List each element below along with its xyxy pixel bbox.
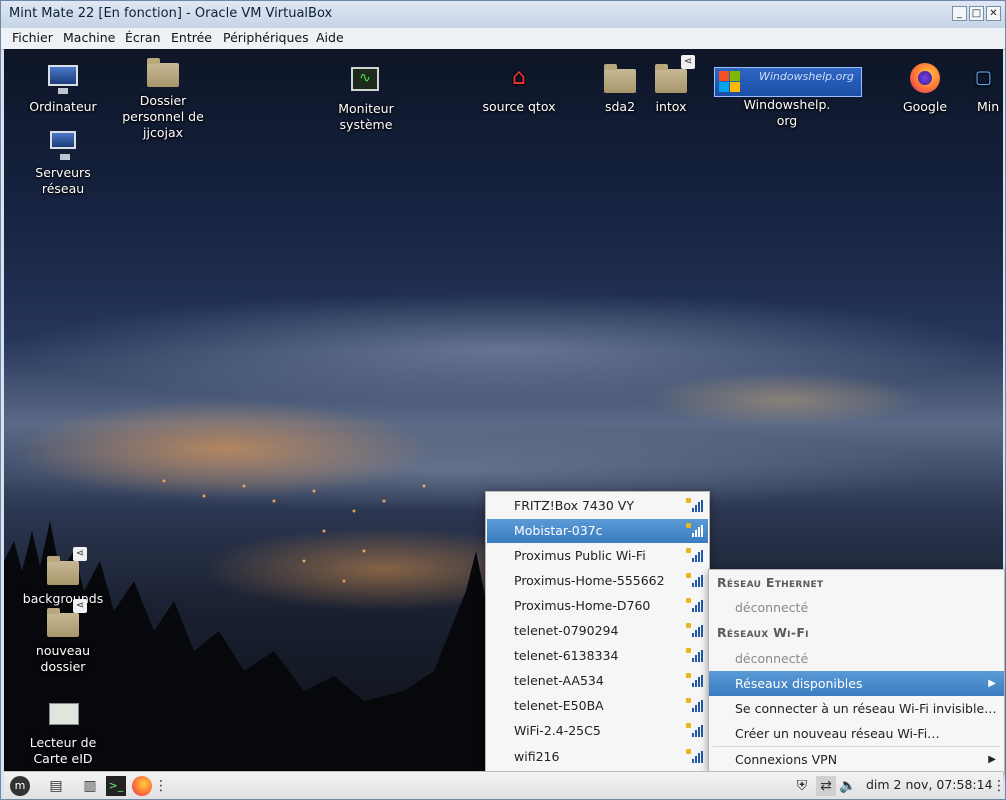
file-manager-icon[interactable]: ▥ xyxy=(80,776,100,796)
eid-reader-icon xyxy=(45,699,81,731)
system-monitor-icon: ∿ xyxy=(348,65,384,97)
wifi-signal-icon xyxy=(686,698,703,712)
more-icon[interactable]: ⋮ xyxy=(154,776,168,796)
desktop-icon-dossier-personnel[interactable]: Dossier personnel de jjcojax xyxy=(113,57,213,141)
wifi-signal-icon xyxy=(686,673,703,687)
desktop-icon-serveurs-reseau[interactable]: Serveurs réseau xyxy=(13,129,113,197)
wifi-signal-icon xyxy=(686,573,703,587)
terminal-icon[interactable]: >_ xyxy=(106,776,126,796)
desktop-icon-moniteur-systeme[interactable]: ∿ Moniteur système xyxy=(316,65,416,133)
virtualbox-window: Mint Mate 22 [En fonction] - Oracle VM V… xyxy=(0,0,1006,800)
share-icon: ⋖ xyxy=(73,547,87,561)
ethernet-header: Réseau Ethernet xyxy=(717,575,824,590)
firefox-icon[interactable] xyxy=(132,776,152,796)
wifi-signal-icon xyxy=(686,548,703,562)
wifi-network-item-selected[interactable]: Mobistar-037c xyxy=(487,519,708,543)
home-folder-icon xyxy=(145,57,181,89)
computer-icon xyxy=(45,63,81,95)
windows-logo-icon xyxy=(719,71,741,93)
title-bar[interactable]: Mint Mate 22 [En fonction] - Oracle VM V… xyxy=(1,1,1005,29)
wifi-network-item[interactable]: FRITZ!Box 7430 VY xyxy=(487,494,708,518)
files-icon[interactable]: ▤ xyxy=(46,776,66,796)
close-button[interactable]: ✕ xyxy=(986,6,1001,21)
shared-folder-icon: ⋖ xyxy=(653,55,695,95)
minimize-button[interactable]: _ xyxy=(952,6,967,21)
shared-folder-icon: ⋖ xyxy=(45,599,87,639)
window-controls: _ □ ✕ xyxy=(952,6,1001,21)
ethernet-status: déconnecté xyxy=(735,600,809,615)
wifi-network-item[interactable]: telenet-6138334 xyxy=(487,644,708,668)
wifi-networks-list: FRITZ!Box 7430 VY Mobistar-037c Proximus… xyxy=(485,491,710,773)
wifi-network-item[interactable]: wifi216 xyxy=(487,745,708,769)
window-title: Mint Mate 22 [En fonction] - Oracle VM V… xyxy=(9,6,333,21)
wifi-network-item[interactable]: Proximus Public Wi-Fi xyxy=(487,544,708,568)
desktop-icon-google[interactable]: Google xyxy=(875,63,975,115)
desktop-icon-backgrounds[interactable]: ⋖ backgrounds xyxy=(13,547,113,607)
desktop-icon-lecteur-carte-eid[interactable]: Lecteur de Carte eID xyxy=(13,699,113,767)
available-networks-item[interactable]: Réseaux disponibles ▶ xyxy=(709,671,1004,696)
taskbar: m ▤ ▥ >_ ⋮ ⛨ ⇄ 🔈 dim 2 nov, 07:58:14 ⋮ xyxy=(4,771,1006,799)
wifi-signal-icon xyxy=(686,648,703,662)
more-icon[interactable]: ⋮ xyxy=(992,776,1006,796)
wifi-signal-icon xyxy=(686,498,703,512)
shield-icon[interactable]: ⛨ xyxy=(792,776,812,796)
wifi-network-item[interactable]: telenet-AA534 xyxy=(487,669,708,693)
windowshelp-logo-text: Windowshelp.org xyxy=(759,70,854,83)
maximize-button[interactable]: □ xyxy=(969,6,984,21)
submenu-arrow-icon: ▶ xyxy=(988,678,996,689)
firefox-icon xyxy=(907,63,943,95)
menu-entree[interactable]: Entrée xyxy=(171,30,212,45)
wifi-network-item[interactable]: WiFi-2.4-25C5 xyxy=(487,719,708,743)
volume-icon[interactable]: 🔈 xyxy=(838,776,858,796)
share-icon: ⋖ xyxy=(73,599,87,613)
desktop-icon-source-qtox[interactable]: ⌂ source qtox xyxy=(469,63,569,115)
wifi-signal-icon xyxy=(686,749,703,763)
wifi-signal-icon xyxy=(686,598,703,612)
submenu-arrow-icon: ▶ xyxy=(988,754,996,765)
menu-ecran[interactable]: Écran xyxy=(125,30,161,45)
desktop-icon-ordinateur[interactable]: Ordinateur xyxy=(13,63,113,115)
menu-peripheriques[interactable]: Périphériques xyxy=(223,30,309,45)
mint-menu-icon[interactable]: m xyxy=(10,776,30,796)
menu-aide[interactable]: Aide xyxy=(316,30,344,45)
menu-fichier[interactable]: Fichier xyxy=(12,30,53,45)
desktop-icon-nouveau-dossier[interactable]: ⋖ nouveau dossier xyxy=(13,599,113,675)
vpn-connections-item[interactable]: Connexions VPN ▶ xyxy=(709,747,1004,772)
wifi-signal-icon xyxy=(686,523,703,537)
wifi-network-item[interactable]: Proximus-Home-555662 xyxy=(487,569,708,593)
app-icon: ▢ xyxy=(975,67,993,88)
qtox-icon: ⌂ xyxy=(512,65,526,90)
clock[interactable]: dim 2 nov, 07:58:14 xyxy=(866,777,993,792)
menu-bar: Fichier Machine Écran Entrée Périphériqu… xyxy=(1,28,1005,50)
wifi-status: déconnecté xyxy=(735,651,809,666)
desktop-icon-windowshelp[interactable]: Windowshelp. org xyxy=(737,97,837,129)
desktop-icon-mint[interactable]: ▢ Min xyxy=(965,63,1003,115)
windowshelp-icon[interactable]: Windowshelp.org xyxy=(714,67,862,97)
shared-folder-icon: ⋖ xyxy=(45,547,87,587)
network-servers-icon xyxy=(45,129,81,161)
wifi-header: Réseaux Wi-Fi xyxy=(717,625,809,640)
menu-machine[interactable]: Machine xyxy=(63,30,115,45)
network-menu: Réseau Ethernet déconnecté Réseaux Wi-Fi… xyxy=(708,569,1005,773)
desktop-icon-intox[interactable]: ⋖ intox xyxy=(621,55,721,115)
connect-hidden-wifi-item[interactable]: Se connecter à un réseau Wi-Fi invisible… xyxy=(709,696,1004,721)
create-new-wifi-item[interactable]: Créer un nouveau réseau Wi-Fi… xyxy=(709,721,1004,746)
wifi-signal-icon xyxy=(686,723,703,737)
network-transfer-icon[interactable]: ⇄ xyxy=(816,776,836,796)
wifi-network-item[interactable]: telenet-0790294 xyxy=(487,619,708,643)
wifi-network-item[interactable]: telenet-E50BA xyxy=(487,694,708,718)
share-icon: ⋖ xyxy=(681,55,695,69)
wifi-network-item[interactable]: Proximus-Home-D760 xyxy=(487,594,708,618)
wifi-signal-icon xyxy=(686,623,703,637)
